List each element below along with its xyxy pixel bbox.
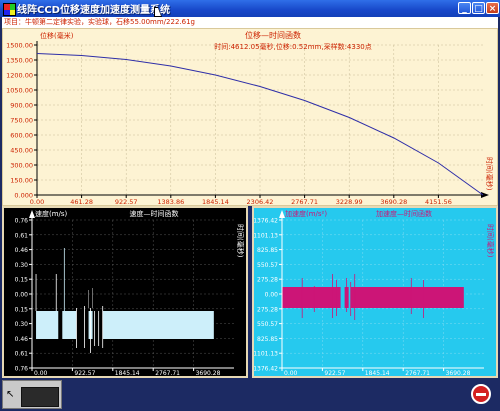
displacement-annotation: 时间:4612.05毫秒,位移:0.52mm,采样数:4330点	[214, 42, 372, 51]
y-tick-label: 0.46	[15, 336, 29, 343]
displacement-y-tick: 1350.00	[6, 57, 33, 65]
y-tick-label: 825.85	[257, 336, 278, 343]
displacement-x-tick: 2306.42	[247, 198, 274, 205]
displacement-x-tick: 922.57	[115, 198, 138, 205]
signal-gap	[58, 311, 63, 339]
x-tick-label: 3690.28	[446, 370, 471, 376]
displacement-y-tick: 1500.00	[6, 42, 33, 50]
x-tick-label: 0.00	[34, 370, 48, 376]
displacement-chart-title: 位移—时间函数	[245, 30, 301, 40]
title-bar[interactable]: 线阵CCD位移速度加速度测量系统 _ □ ×	[0, 0, 500, 17]
y-tick-label: 1376.42	[254, 218, 278, 225]
displacement-x-label: 时间(毫秒)	[485, 157, 494, 191]
displacement-chart-panel: 位移(毫米) 位移—时间函数 时间:4612.05毫秒,位移:0.52mm,采样…	[2, 28, 498, 206]
acceleration-chart-title: 加速度—时间函数	[376, 209, 432, 218]
app-window: 线阵CCD位移速度加速度测量系统 _ □ × 项目：牛顿第二定律实验，实验球，石…	[0, 0, 500, 411]
y-tick-label: 275.28	[257, 277, 278, 284]
maximize-button[interactable]: □	[472, 2, 485, 14]
displacement-x-tick: 1383.86	[157, 198, 184, 205]
arrow-icon: ↖	[6, 389, 15, 400]
displacement-y-tick: 300.00	[10, 162, 33, 170]
velocity-chart-title: 速度—时间函数	[130, 209, 179, 218]
displacement-y-tick: 0.000	[14, 192, 33, 200]
x-tick-label: 922.57	[74, 370, 95, 376]
acceleration-x-label: 时间(毫秒)	[486, 224, 495, 258]
displacement-chart: 位移(毫米) 位移—时间函数 时间:4612.05毫秒,位移:0.52mm,采样…	[3, 29, 497, 206]
x-tick-label: 1845.14	[365, 370, 390, 376]
window-title: 线阵CCD位移速度加速度测量系统	[17, 5, 170, 16]
y-tick-label: 0.00	[265, 292, 279, 299]
y-tick-label: 0.61	[15, 232, 29, 239]
y-tick-label: 550.57	[257, 321, 278, 328]
displacement-y-tick: 1050.00	[6, 87, 33, 95]
y-tick-label: 0.76	[15, 218, 29, 225]
acceleration-chart: 加速度(m/s²) 加速度—时间函数 时间(毫秒) 1376.42 1101.13…	[253, 208, 496, 377]
velocity-y-label: 速度(m/s)	[35, 209, 68, 218]
displacement-y-tick: 900.00	[10, 102, 33, 110]
camera-preview-image	[21, 387, 59, 407]
y-tick-label: 0.15	[15, 306, 29, 313]
signal-band	[282, 287, 464, 308]
y-tick-label: 1376.42	[254, 366, 278, 373]
displacement-x-tick: 3228.99	[336, 198, 363, 205]
displacement-y-tick: 150.00	[10, 177, 33, 185]
project-info: 项目：牛顿第二定律实验，实验球，石移55.00mm/222.61g	[2, 17, 498, 28]
y-tick-label: 550.57	[257, 262, 278, 269]
app-icon	[3, 3, 16, 16]
displacement-x-tick: 1845.14	[202, 198, 229, 205]
velocity-chart-panel: 速度(m/s) 速度—时间函数 时间(毫秒) 0.76 0.61 0.46 0.30 0…	[2, 206, 248, 378]
displacement-y-tick: 600.00	[10, 132, 33, 140]
signal-gap	[76, 311, 89, 339]
close-button[interactable]: ×	[486, 2, 499, 14]
x-tick-label: 2767.71	[405, 370, 430, 376]
displacement-x-tick: 4151.56	[425, 198, 452, 205]
x-tick-label: 3690.28	[196, 370, 221, 376]
y-tick-label: 0.00	[15, 292, 29, 299]
y-tick-label: 0.30	[15, 262, 29, 269]
displacement-y-tick: 1200.00	[6, 72, 33, 80]
x-tick-label: 0.00	[284, 370, 298, 376]
x-tick-label: 922.57	[324, 370, 345, 376]
velocity-x-label: 时间(毫秒)	[236, 224, 245, 258]
y-tick-label: 0.76	[15, 366, 29, 373]
signal-gap	[92, 311, 103, 339]
displacement-y-label: 位移(毫米)	[40, 31, 74, 40]
displacement-y-tick: 450.00	[10, 147, 33, 155]
y-tick-label: 1101.13	[254, 351, 278, 358]
bottom-bar	[0, 378, 500, 411]
y-tick-label: 0.15	[15, 277, 29, 284]
acceleration-chart-panel: 加速度(m/s²) 加速度—时间函数 时间(毫秒) 1376.42 1101.13…	[252, 206, 498, 378]
y-tick-label: 825.85	[257, 247, 278, 254]
minimize-button[interactable]: _	[458, 2, 471, 14]
displacement-x-tick: 3690.28	[380, 198, 407, 205]
acceleration-y-label: 加速度(m/s²)	[285, 209, 327, 218]
signal-gap	[340, 287, 345, 308]
exit-button[interactable]	[471, 384, 491, 404]
displacement-x-tick: 461.28	[70, 198, 93, 205]
y-tick-label: 0.61	[15, 351, 29, 358]
y-tick-label: 1101.13	[254, 232, 278, 239]
signal-gap	[32, 311, 37, 339]
mouse-pointer-icon	[154, 7, 162, 17]
x-tick-label: 2767.71	[155, 370, 180, 376]
x-tick-label: 1845.14	[115, 370, 140, 376]
preview-thumbnail[interactable]: ↖	[2, 380, 62, 409]
velocity-chart: 速度(m/s) 速度—时间函数 时间(毫秒) 0.76 0.61 0.46 0.30 0…	[4, 208, 246, 377]
y-tick-label: 275.28	[257, 306, 278, 313]
y-tick-label: 0.30	[15, 321, 29, 328]
displacement-y-tick: 750.00	[10, 117, 33, 125]
displacement-x-tick: 2767.71	[291, 198, 318, 205]
y-tick-label: 0.46	[15, 247, 29, 254]
